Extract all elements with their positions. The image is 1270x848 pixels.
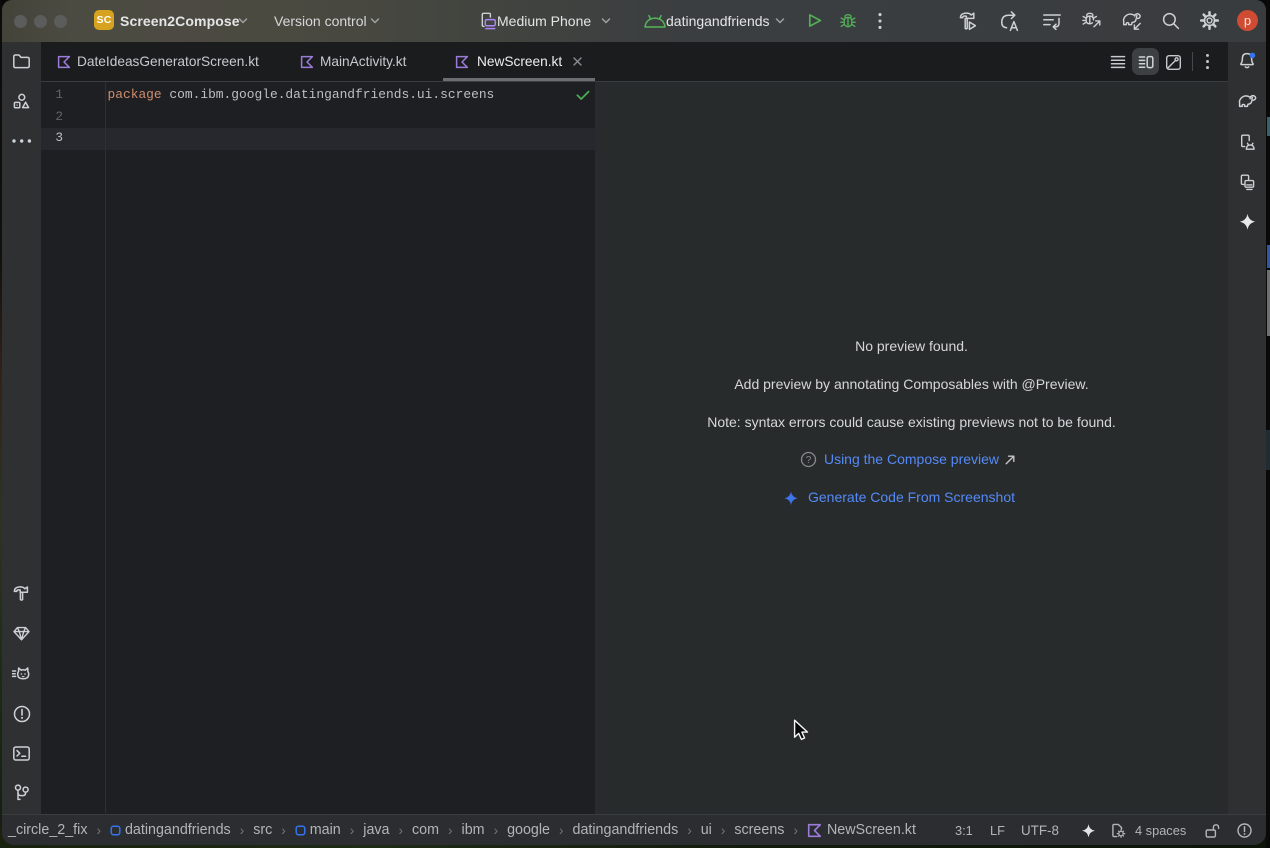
svg-text:?: ? bbox=[806, 455, 812, 466]
